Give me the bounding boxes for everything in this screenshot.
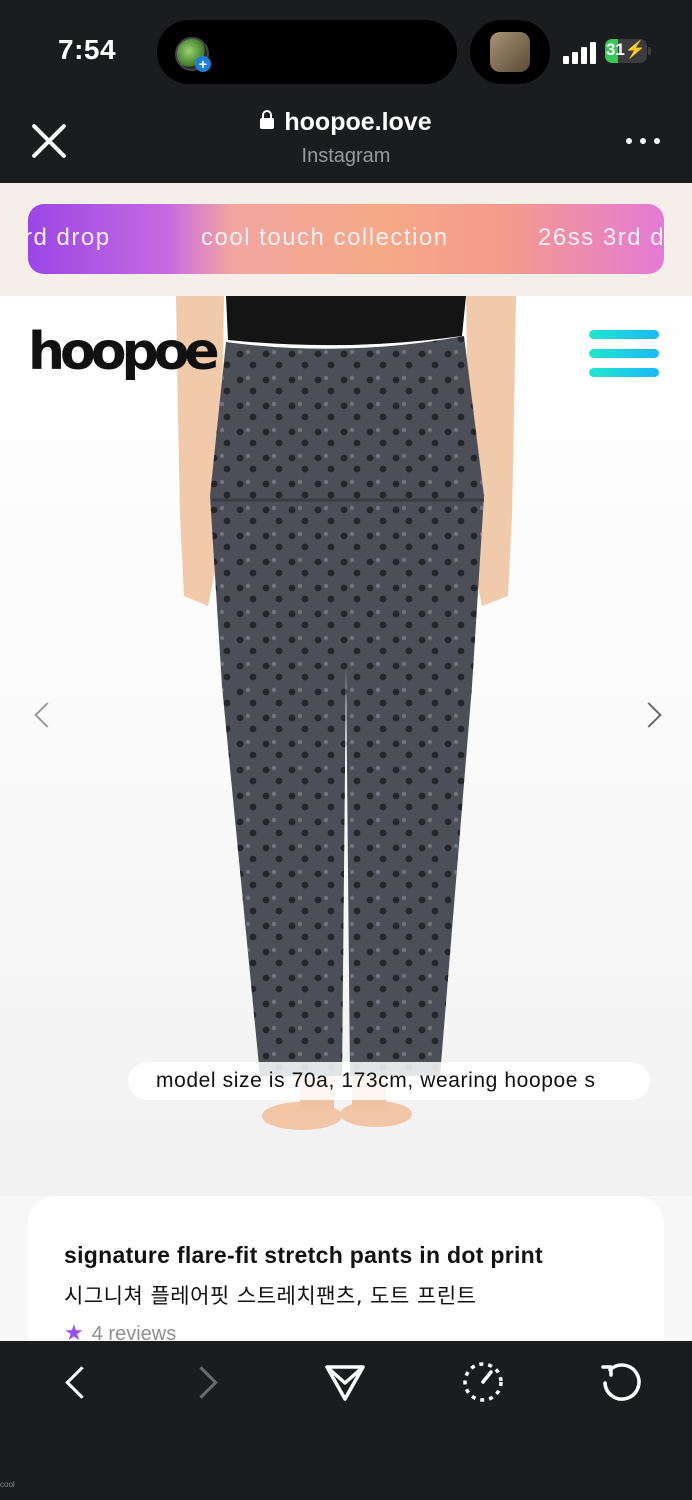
web-page: rd drop cool touch collection 26ss 3rd d — [0, 183, 692, 1341]
url-text: hoopoe.love — [284, 108, 432, 136]
product-gallery[interactable]: hoopoe model size is 70a, 173cm, wearing… — [0, 296, 692, 1196]
status-bar: 7:54 + 31⚡ — [0, 0, 692, 100]
site-logo[interactable]: hoopoe — [28, 322, 220, 382]
rating-row[interactable]: ★ 4 reviews — [64, 1320, 176, 1341]
loading-icon[interactable] — [460, 1359, 506, 1405]
share-icon[interactable] — [322, 1359, 368, 1405]
dynamic-island-activity[interactable]: + — [157, 20, 457, 84]
more-dots-icon[interactable] — [626, 136, 660, 146]
product-subtitle-korean: 시그니쳐 플레어핏 스트레치팬츠, 도트 프린트 — [64, 1284, 477, 1308]
source-label: Instagram — [301, 145, 391, 167]
product-photo — [176, 296, 516, 1130]
promo-strip: rd drop cool touch collection 26ss 3rd d — [0, 183, 692, 296]
url-block[interactable]: hoopoe.love Instagram — [196, 108, 496, 168]
marquee-item: rd drop — [28, 224, 111, 251]
lock-icon — [260, 110, 275, 129]
photo-thumbnail-icon — [490, 32, 530, 72]
product-title: signature flare-fit stretch pants in dot… — [64, 1242, 543, 1268]
hamburger-menu-icon[interactable] — [589, 330, 659, 382]
charging-bolt-icon: ⚡ — [624, 40, 647, 59]
star-icon: ★ — [64, 1320, 84, 1341]
status-time: 7:54 — [58, 34, 117, 65]
home-label: cool — [0, 1480, 15, 1489]
marquee-item: cool touch collection — [201, 224, 449, 251]
reviews-count: 4 reviews — [91, 1323, 177, 1341]
forward-icon[interactable] — [185, 1359, 232, 1405]
in-app-browser-bar: hoopoe.love Instagram — [0, 100, 692, 183]
promo-marquee[interactable]: rd drop cool touch collection 26ss 3rd d — [28, 204, 664, 274]
plus-badge-icon: + — [195, 56, 211, 72]
reload-icon[interactable] — [598, 1359, 644, 1405]
battery-percent: 31 — [605, 40, 625, 59]
battery-charging-icon: 31⚡ — [605, 39, 647, 63]
product-info-card: signature flare-fit stretch pants in dot… — [28, 1196, 664, 1341]
browser-toolbar — [0, 1341, 692, 1500]
dynamic-island-media[interactable] — [470, 20, 550, 84]
close-icon[interactable] — [28, 120, 70, 162]
back-icon[interactable] — [54, 1359, 100, 1405]
model-size-caption: model size is 70a, 173cm, wearing hoopoe… — [128, 1062, 650, 1100]
cellular-signal-icon — [563, 40, 599, 64]
battery-nub — [648, 47, 651, 55]
marquee-item: 26ss 3rd d — [538, 224, 664, 251]
